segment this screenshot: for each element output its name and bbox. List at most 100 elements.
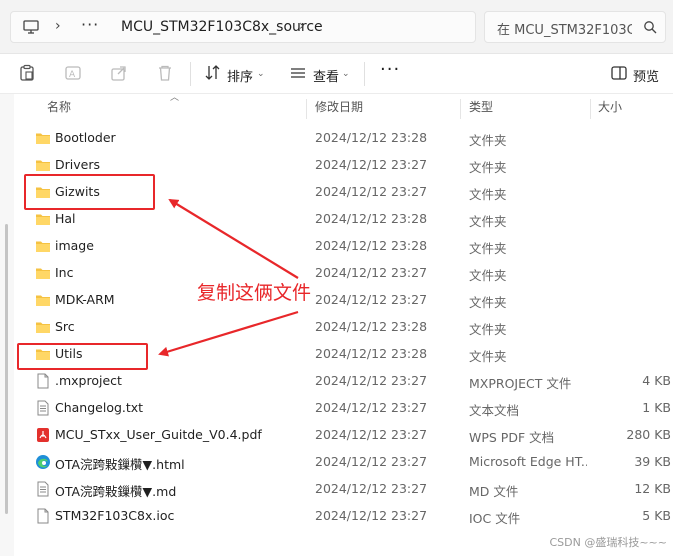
address-bar[interactable]: › ··· MCU_STM32F103C8x_source ›	[10, 11, 476, 43]
file-name: Bootloder	[55, 130, 116, 145]
sort-ascending-icon: ︿	[170, 93, 180, 103]
sort-button[interactable]: 排序	[227, 66, 253, 85]
scrollbar-thumb[interactable]	[5, 224, 8, 514]
computer-icon[interactable]	[23, 20, 39, 34]
file-size: 12 KB	[634, 481, 671, 496]
file-name: Drivers	[55, 157, 100, 172]
file-modified: 2024/12/12 23:27	[315, 373, 428, 388]
search-placeholder[interactable]: 在 MCU_STM32F103C	[497, 19, 632, 38]
file-type: WPS PDF 文档	[469, 430, 555, 445]
view-button[interactable]: 查看	[313, 66, 339, 85]
column-header-type[interactable]: 类型	[469, 98, 493, 120]
view-icon[interactable]	[289, 64, 307, 84]
list-item[interactable]: STM32F103C8x.ioc 2024/12/12 23:27 IOC 文件…	[14, 502, 673, 529]
folder-icon	[35, 319, 51, 335]
column-divider[interactable]	[306, 99, 307, 119]
file-name: STM32F103C8x.ioc	[55, 508, 175, 523]
file-modified: 2024/12/12 23:27	[315, 157, 428, 172]
file-name: .mxproject	[55, 373, 122, 388]
column-divider[interactable]	[590, 99, 591, 119]
file-name: OTA浣跨敤鏁欑▼.md	[55, 484, 177, 499]
file-size: 1 KB	[642, 400, 671, 415]
file-modified: 2024/12/12 23:27	[315, 400, 428, 415]
file-modified: 2024/12/12 23:27	[315, 184, 428, 199]
file-type: 文件夹	[469, 241, 507, 256]
search-box[interactable]: 在 MCU_STM32F103C	[484, 11, 666, 43]
list-item[interactable]: MCU_STxx_User_Guitde_V0.4.pdf 2024/12/12…	[14, 421, 673, 448]
folder-icon	[35, 157, 51, 173]
chevron-down-icon[interactable]: ⌄	[342, 69, 350, 79]
list-item[interactable]: Inc 2024/12/12 23:27 文件夹	[14, 259, 673, 286]
delete-icon[interactable]	[156, 64, 174, 84]
list-item[interactable]: image 2024/12/12 23:28 文件夹	[14, 232, 673, 259]
share-icon[interactable]	[110, 64, 128, 84]
preview-pane-icon[interactable]	[610, 64, 628, 84]
svg-text:A: A	[69, 70, 76, 80]
pdf-icon	[35, 427, 51, 443]
file-size: 280 KB	[626, 427, 671, 442]
file-modified: 2024/12/12 23:27	[315, 508, 428, 523]
file-type: 文件夹	[469, 187, 507, 202]
file-type: IOC 文件	[469, 511, 521, 526]
column-header-name[interactable]: 名称	[47, 98, 71, 120]
file-type: 文件夹	[469, 268, 507, 283]
edge-icon	[35, 454, 51, 470]
toolbar-divider	[364, 62, 365, 86]
folder-icon	[35, 238, 51, 254]
file-name: Src	[55, 319, 75, 334]
file-modified: 2024/12/12 23:28	[315, 238, 428, 253]
file-type: MXPROJECT 文件	[469, 376, 572, 391]
folder-icon	[35, 130, 51, 146]
folder-icon	[35, 265, 51, 281]
watermark: CSDN @盛瑞科技~~~	[549, 536, 667, 549]
paste-icon[interactable]	[18, 64, 36, 84]
file-modified: 2024/12/12 23:27	[315, 427, 428, 442]
highlight-box-utils	[17, 343, 148, 370]
file-name: Hal	[55, 211, 76, 226]
file-name: MCU_STxx_User_Guitde_V0.4.pdf	[55, 427, 262, 442]
file-name: Inc	[55, 265, 74, 280]
file-type: 文本文档	[469, 403, 520, 418]
sort-icon[interactable]	[204, 64, 222, 84]
search-icon[interactable]	[643, 20, 657, 34]
list-item[interactable]: OTA浣跨敤鏁欑▼.html 2024/12/12 23:27 Microsof…	[14, 448, 673, 475]
file-size: 5 KB	[642, 508, 671, 523]
annotation-label: 复制这俩文件	[197, 282, 312, 304]
file-type: 文件夹	[469, 160, 507, 175]
file-modified: 2024/12/12 23:27	[315, 454, 428, 469]
column-divider[interactable]	[460, 99, 461, 119]
file-name: MDK-ARM	[55, 292, 115, 307]
navigation-pane-edge	[0, 94, 14, 556]
chevron-right-icon[interactable]: ›	[55, 18, 61, 34]
file-icon	[35, 508, 51, 524]
file-type: 文件夹	[469, 295, 507, 310]
rename-icon[interactable]: A	[64, 64, 82, 84]
column-header-modified[interactable]: 修改日期	[315, 98, 363, 120]
file-modified: 2024/12/12 23:28	[315, 319, 428, 334]
folder-icon	[35, 292, 51, 308]
list-item[interactable]: Bootloder 2024/12/12 23:28 文件夹	[14, 124, 673, 151]
command-bar: A 排序 ⌄ 查看 ⌄ ··· 预览	[0, 54, 673, 94]
file-type: 文件夹	[469, 214, 507, 229]
file-type: 文件夹	[469, 322, 507, 337]
breadcrumb-current-folder[interactable]: MCU_STM32F103C8x_source	[121, 19, 323, 35]
list-item[interactable]: .mxproject 2024/12/12 23:27 MXPROJECT 文件…	[14, 367, 673, 394]
folder-icon	[35, 211, 51, 227]
file-type: Microsoft Edge HT...	[469, 454, 587, 469]
file-name: Changelog.txt	[55, 400, 144, 415]
file-modified: 2024/12/12 23:28	[315, 346, 428, 361]
breadcrumb-overflow-button[interactable]: ···	[81, 15, 99, 34]
more-options-button[interactable]: ···	[380, 59, 400, 80]
list-item[interactable]: OTA浣跨敤鏁欑▼.md 2024/12/12 23:27 MD 文件 12 K…	[14, 475, 673, 502]
file-modified: 2024/12/12 23:28	[315, 130, 428, 145]
chevron-right-icon[interactable]: ›	[299, 18, 305, 34]
list-item[interactable]: Src 2024/12/12 23:28 文件夹	[14, 313, 673, 340]
file-modified: 2024/12/12 23:28	[315, 211, 428, 226]
file-modified: 2024/12/12 23:27	[315, 265, 428, 280]
highlight-box-gizwits	[24, 174, 155, 210]
column-header-size[interactable]: 大小	[598, 98, 622, 120]
list-item[interactable]: Changelog.txt 2024/12/12 23:27 文本文档 1 KB	[14, 394, 673, 421]
list-item[interactable]: MDK-ARM 2024/12/12 23:27 文件夹	[14, 286, 673, 313]
preview-pane-button[interactable]: 预览	[633, 66, 659, 85]
chevron-down-icon[interactable]: ⌄	[257, 69, 265, 79]
